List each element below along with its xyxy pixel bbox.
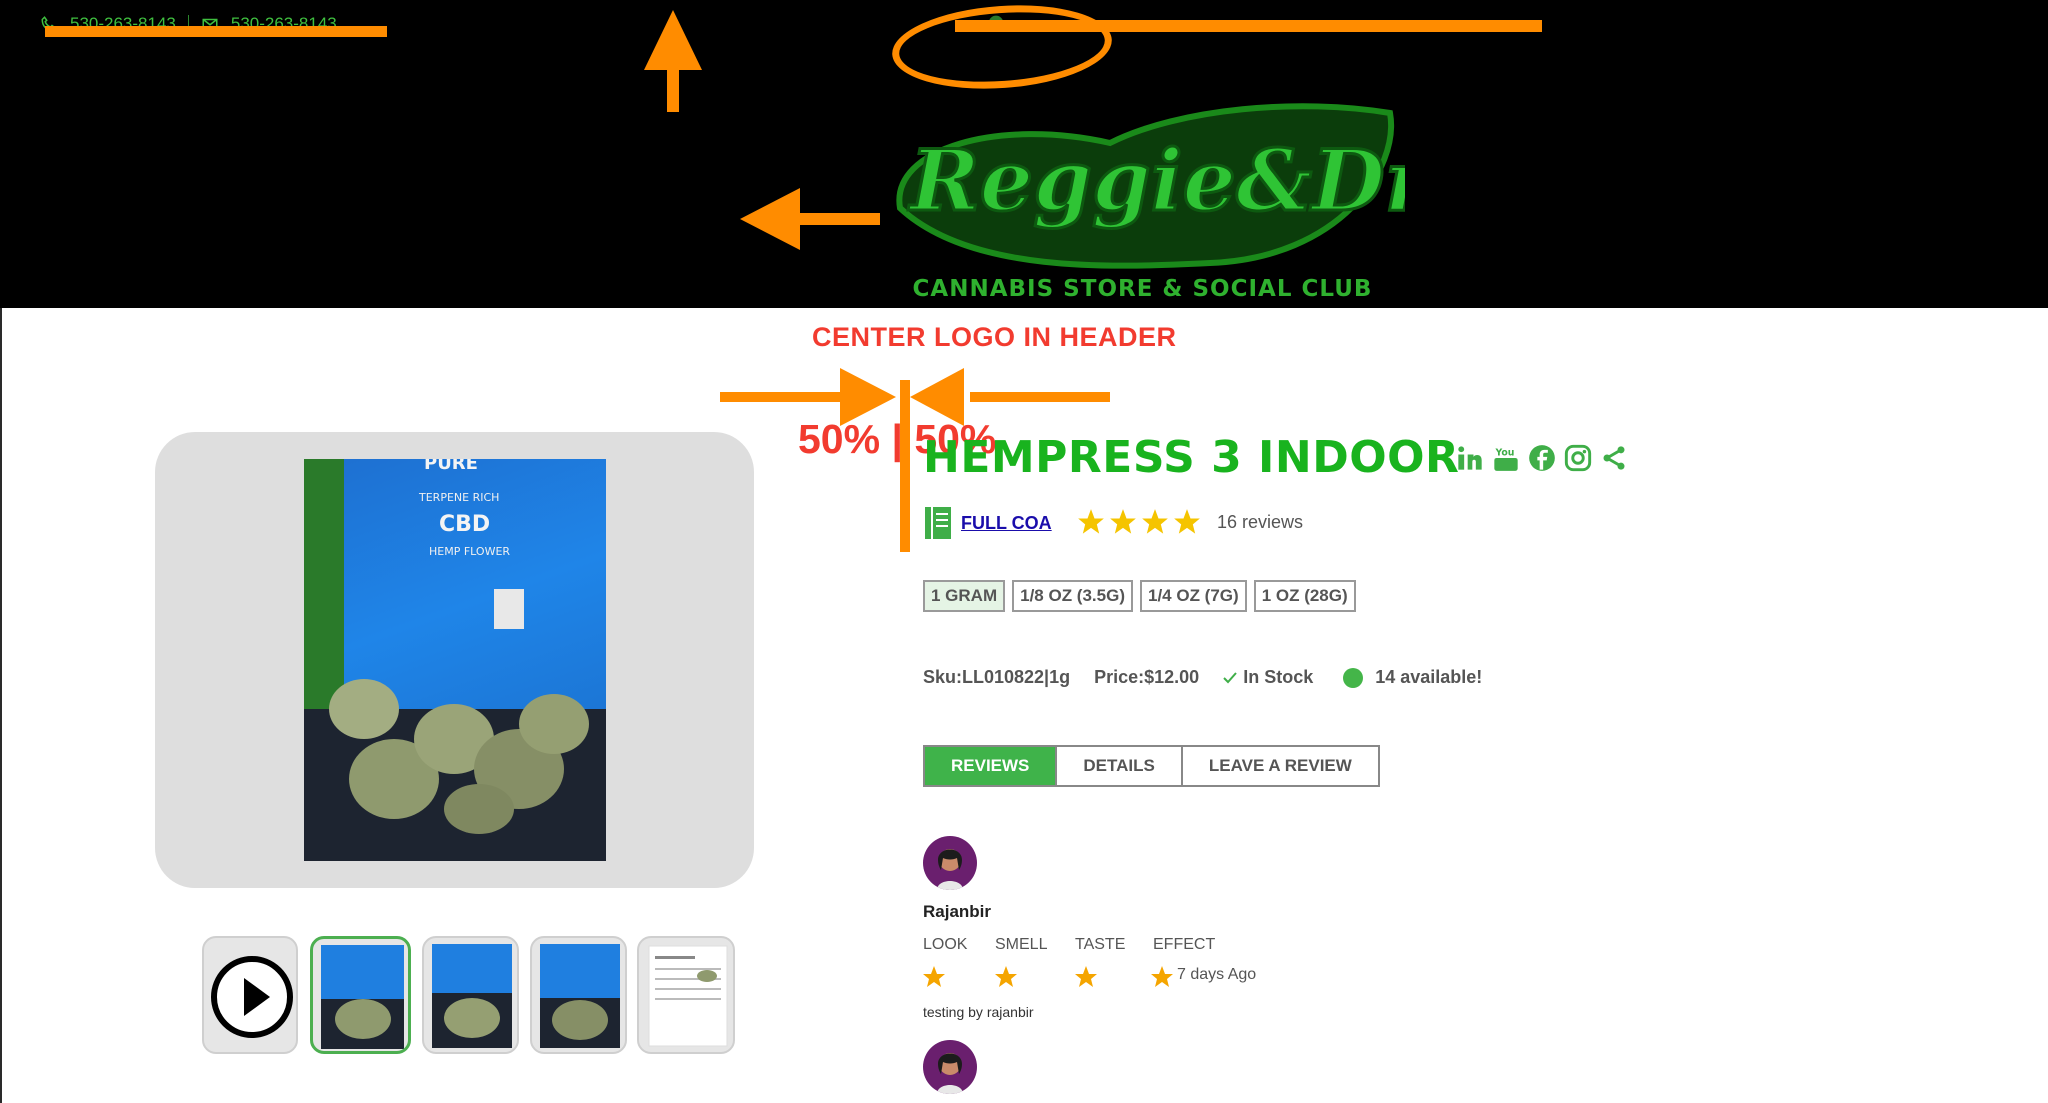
product-main-image[interactable]: PURE TERPENE RICH CBD HEMP FLOWER — [304, 459, 606, 861]
review-categories: LOOK SMELL TASTE EFFECT — [923, 936, 1363, 954]
product-tabs: REVIEWS DETAILS LEAVE A REVIEW — [923, 745, 1380, 787]
product-title: HEMPRESS 3 INDOOR — [923, 432, 1460, 483]
play-icon — [211, 956, 293, 1038]
annotation-arrow-left-icon — [740, 188, 880, 250]
document-thumbnail — [648, 945, 728, 1047]
thumb-photo — [432, 944, 512, 1048]
thumb-image-1[interactable] — [310, 936, 411, 1054]
svg-text:You: You — [1495, 448, 1515, 459]
star-icon — [995, 966, 1017, 987]
instagram-icon[interactable] — [1564, 444, 1592, 472]
package-text-cbd: CBD — [439, 512, 490, 537]
annotation-arrow-up-icon — [644, 10, 702, 112]
share-icon[interactable] — [1600, 444, 1628, 472]
reviews-count[interactable]: 16 reviews — [1217, 512, 1303, 533]
brand-tagline: CANNABIS STORE & SOCIAL CLUB — [912, 276, 1373, 302]
product-meta: Sku:LL010822|1g Price:$12.00 In Stock 14… — [923, 667, 1482, 688]
review-item — [923, 1040, 977, 1094]
availability-dot — [1343, 667, 1364, 688]
star-icon — [1078, 509, 1104, 534]
annotation-ellipse — [889, 0, 1115, 96]
brand-logo-text: Reggie&Dro — [908, 131, 1405, 230]
review-text: testing by rajanbir — [923, 1004, 1034, 1020]
rating-stars — [1077, 508, 1201, 536]
product-price: Price:$12.00 — [1094, 667, 1200, 687]
thumb-video[interactable] — [202, 936, 298, 1054]
package-text-terpene: TERPENE RICH — [418, 491, 499, 504]
annotation-center-note: CENTER LOGO IN HEADER — [812, 322, 1177, 352]
tab-leave-review[interactable]: LEAVE A REVIEW — [1182, 747, 1378, 785]
star-icon — [1075, 966, 1097, 987]
youtube-icon[interactable]: You — [1492, 444, 1520, 472]
available-count: 14 available! — [1375, 667, 1483, 687]
review-category-smell: SMELL — [995, 936, 1048, 953]
stock-status: In Stock — [1243, 667, 1314, 687]
size-option-quarter-oz[interactable]: 1/4 OZ (7G) — [1140, 580, 1247, 612]
site-header: 530-263-8143 530-263-8143 Reggie&Dro CAN… — [0, 0, 2048, 308]
review-time-ago: 7 days Ago — [1177, 966, 1257, 983]
star-icon — [1174, 509, 1200, 534]
product-sku: Sku:LL010822|1g — [923, 667, 1071, 687]
brand-logo-graphic: Reggie&Dro — [896, 103, 1487, 269]
annotation-strike-contact — [45, 26, 387, 37]
checkmark-icon — [1223, 671, 1237, 683]
package-text-pure: PURE — [424, 459, 478, 474]
thumb-coa-document[interactable] — [637, 936, 735, 1054]
review-category-effect: EFFECT — [1153, 936, 1216, 953]
review-item: Rajanbir LOOK SMELL TASTE EFFECT 7 days … — [923, 836, 1363, 1036]
size-selector: 1 GRAM 1/8 OZ (3.5G) 1/4 OZ (7G) 1 OZ (2… — [923, 580, 1356, 612]
document-icon — [925, 507, 951, 539]
star-icon — [1151, 966, 1173, 987]
thumb-photo — [321, 945, 404, 1049]
review-category-taste: TASTE — [1075, 936, 1126, 953]
star-icon — [923, 966, 945, 987]
package-text-hemp: HEMP FLOWER — [429, 545, 510, 558]
avatar — [923, 1040, 977, 1094]
reviewer-name: Rajanbir — [923, 902, 992, 921]
star-icon — [1142, 509, 1168, 534]
coa-row: FULL COA — [925, 507, 1052, 539]
thumb-image-3[interactable] — [530, 936, 627, 1054]
full-coa-link[interactable]: FULL COA — [961, 513, 1052, 534]
linkedin-icon[interactable] — [1456, 444, 1484, 472]
product-photo: PURE TERPENE RICH CBD HEMP FLOWER — [304, 459, 606, 861]
avatar-image — [937, 849, 963, 890]
size-option-1-gram[interactable]: 1 GRAM — [923, 580, 1006, 612]
thumb-photo — [540, 944, 620, 1048]
star-icon — [1110, 509, 1136, 534]
avatar — [923, 836, 977, 890]
tab-details[interactable]: DETAILS — [1057, 747, 1183, 785]
size-option-eighth-oz[interactable]: 1/8 OZ (3.5G) — [1012, 580, 1133, 612]
product-rating: 16 reviews — [1077, 508, 1303, 536]
social-share-bar: You — [1456, 444, 1628, 472]
avatar-image — [937, 1053, 963, 1094]
facebook-icon[interactable] — [1528, 444, 1556, 472]
review-category-look: LOOK — [923, 936, 968, 953]
review-category-stars — [923, 966, 1173, 987]
thumb-image-2[interactable] — [422, 936, 519, 1054]
tab-reviews[interactable]: REVIEWS — [925, 747, 1058, 785]
size-option-1-oz[interactable]: 1 OZ (28G) — [1253, 580, 1356, 612]
brand-logo[interactable]: Reggie&Dro CANNABIS STORE & SOCIAL CLUB — [880, 88, 1487, 303]
